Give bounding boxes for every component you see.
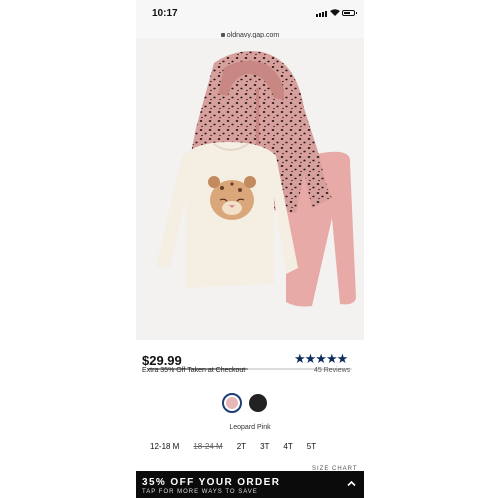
rating-stars-icon[interactable]: ★★★★★ — [294, 351, 348, 367]
reviews-link[interactable]: 45 Reviews — [314, 367, 350, 374]
size-selector: 12-18 M 18-24 M 2T 3T 4T 5T — [150, 442, 330, 451]
chevron-up-icon[interactable] — [347, 479, 356, 488]
size-option[interactable]: 3T — [260, 442, 269, 451]
banner-title: 35% OFF YOUR ORDER — [142, 477, 281, 488]
clock: 10:17 — [152, 8, 178, 19]
product-image[interactable] — [136, 38, 364, 370]
battery-icon — [342, 10, 357, 16]
promo-banner[interactable]: 35% OFF YOUR ORDER TAP FOR MORE WAYS TO … — [136, 471, 364, 498]
promo-text: Extra 35% Off Taken at Checkout — [142, 367, 246, 374]
outfit-illustration — [156, 51, 356, 307]
size-option[interactable]: 2T — [237, 442, 246, 451]
size-option[interactable]: 5T — [307, 442, 316, 451]
status-bar: 10:17 — [136, 0, 364, 24]
banner-subtitle: TAP FOR MORE WAYS TO SAVE — [142, 489, 258, 495]
swatch-black-dots[interactable] — [249, 394, 267, 412]
wifi-icon — [330, 9, 340, 16]
phone-screen: 10:17 oldnavy.gap.com $29.99 Extra 35% O… — [136, 0, 364, 498]
selected-color-label: Leopard Pink — [229, 424, 271, 431]
lock-icon — [220, 33, 225, 37]
size-option-unavailable[interactable]: 18-24 M — [193, 442, 222, 451]
swatch-leopard-pink[interactable] — [222, 393, 242, 413]
cellular-signal-icon — [316, 11, 327, 17]
product-price: $29.99 — [142, 353, 182, 368]
address-bar[interactable]: oldnavy.gap.com — [136, 24, 364, 39]
size-option[interactable]: 12-18 M — [150, 442, 179, 451]
size-option[interactable]: 4T — [283, 442, 292, 451]
